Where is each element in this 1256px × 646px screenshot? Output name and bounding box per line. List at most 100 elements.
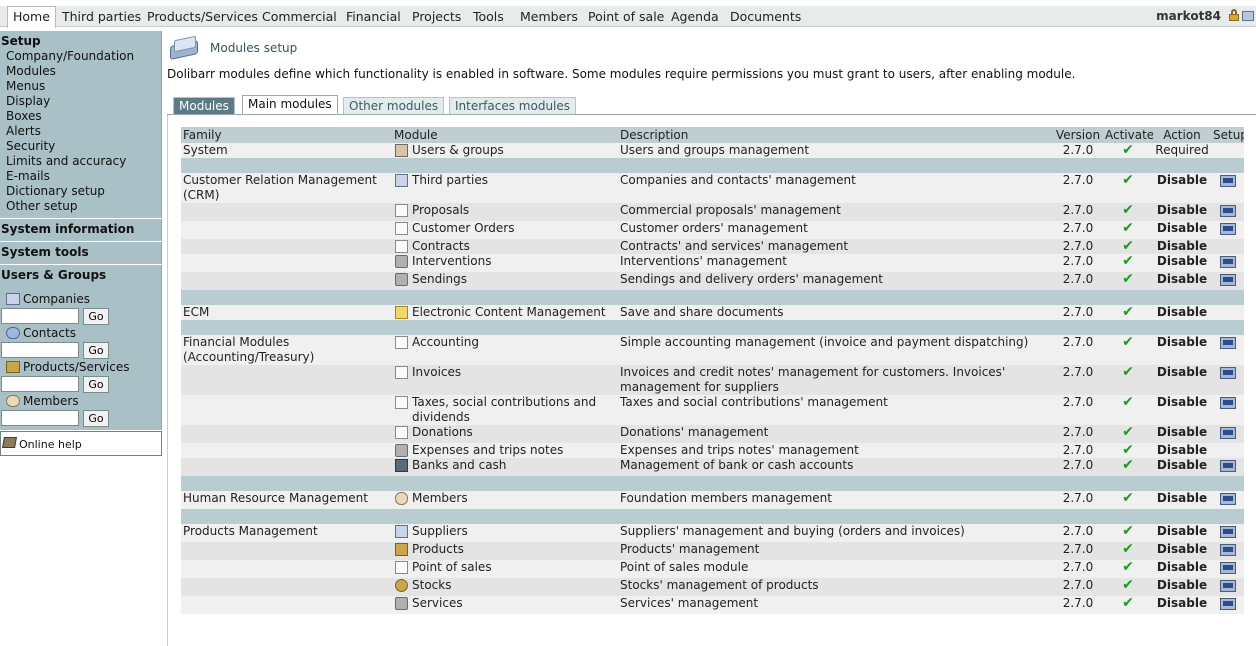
- print-icon[interactable]: [1242, 11, 1254, 21]
- topmenu-third-parties[interactable]: Third parties: [62, 8, 141, 27]
- disable-button[interactable]: Disable: [1153, 491, 1211, 509]
- setup-icon[interactable]: [1219, 598, 1236, 610]
- topmenu-point-of-sale[interactable]: Point of sale: [588, 8, 664, 27]
- family-cell: Customer Relation Management (CRM): [181, 173, 392, 203]
- module-cell: Customer Orders: [392, 221, 618, 239]
- menu-system-information[interactable]: System information: [0, 219, 162, 241]
- setup-icon[interactable]: [1219, 460, 1236, 472]
- tab-interfaces-modules[interactable]: Interfaces modules: [449, 97, 577, 114]
- module-entry: Customer Orders: [394, 221, 616, 236]
- module-row: Contracts Contracts' and services' manage…: [181, 239, 1244, 254]
- setup-menu-title[interactable]: Setup: [0, 34, 161, 49]
- disable-button[interactable]: Disable: [1153, 365, 1211, 395]
- setup-icon[interactable]: [1219, 367, 1236, 379]
- separator-cell: [181, 290, 1244, 305]
- search-companies-go-button[interactable]: Go: [83, 308, 109, 325]
- disable-button[interactable]: Disable: [1153, 524, 1211, 542]
- menu-item-limits-accuracy[interactable]: Limits and accuracy: [0, 154, 161, 169]
- disable-button[interactable]: Disable: [1153, 254, 1211, 272]
- setup-icon[interactable]: [1219, 427, 1236, 439]
- menu-item-modules[interactable]: Modules: [0, 64, 161, 79]
- search-products-go-button[interactable]: Go: [83, 376, 109, 393]
- search-companies-input[interactable]: [1, 308, 79, 324]
- disable-button[interactable]: Disable: [1153, 425, 1211, 443]
- disable-button[interactable]: Disable: [1153, 596, 1211, 614]
- disable-button[interactable]: Disable: [1153, 203, 1211, 221]
- disable-button[interactable]: Disable: [1153, 239, 1211, 254]
- topmenu-home[interactable]: Home: [7, 6, 56, 28]
- module-version: 2.7.0: [1053, 578, 1103, 596]
- setup-icon[interactable]: [1219, 544, 1236, 556]
- topmenu-commercial[interactable]: Commercial: [262, 8, 337, 27]
- search-members-input[interactable]: [1, 410, 79, 426]
- setup-icon[interactable]: [1219, 223, 1236, 235]
- family-cell: [181, 560, 392, 578]
- setup-icon[interactable]: [1219, 337, 1236, 349]
- disable-button[interactable]: Disable: [1153, 173, 1211, 203]
- activated-cell: ✔: [1103, 272, 1153, 290]
- topmenu-agenda[interactable]: Agenda: [671, 8, 719, 27]
- disable-button[interactable]: Disable: [1153, 221, 1211, 239]
- setup-icon[interactable]: [1219, 493, 1236, 505]
- tab-other-modules[interactable]: Other modules: [343, 97, 445, 114]
- tab-main-modules[interactable]: Main modules: [242, 95, 338, 115]
- disable-button[interactable]: Disable: [1153, 443, 1211, 458]
- activated-cell: ✔: [1103, 425, 1153, 443]
- setup-icon[interactable]: [1219, 562, 1236, 574]
- topmenu-members[interactable]: Members: [520, 8, 578, 27]
- topmenu-tools[interactable]: Tools: [473, 8, 504, 27]
- family-cell: [181, 395, 392, 425]
- setup-icon[interactable]: [1219, 205, 1236, 217]
- member-icon: [395, 492, 408, 505]
- module-version: 2.7.0: [1053, 173, 1103, 203]
- menu-item-security[interactable]: Security: [0, 139, 161, 154]
- menu-item-boxes[interactable]: Boxes: [0, 109, 161, 124]
- menu-item-alerts[interactable]: Alerts: [0, 124, 161, 139]
- setup-icon[interactable]: [1219, 175, 1236, 187]
- topmenu-projects[interactable]: Projects: [412, 8, 461, 27]
- activated-cell: ✔: [1103, 578, 1153, 596]
- menu-item-dictionary-setup[interactable]: Dictionary setup: [0, 184, 161, 199]
- topmenu-financial[interactable]: Financial: [346, 8, 401, 27]
- menu-item-emails[interactable]: E-mails: [0, 169, 161, 184]
- family-cell: [181, 272, 392, 290]
- family-cell: Products Management: [181, 524, 392, 542]
- menu-system-tools[interactable]: System tools: [0, 242, 162, 264]
- setup-icon[interactable]: [1219, 256, 1236, 268]
- search-contacts-label: Contacts: [23, 326, 76, 340]
- disable-button[interactable]: Disable: [1153, 335, 1211, 365]
- products-icon: [6, 361, 20, 373]
- activated-cell: ✔: [1103, 560, 1153, 578]
- module-description: Suppliers' management and buying (orders…: [618, 524, 1053, 542]
- online-help-link[interactable]: Online help: [19, 438, 82, 451]
- menu-users-groups[interactable]: Users & Groups: [0, 265, 162, 287]
- activated-cell: ✔: [1103, 542, 1153, 560]
- disable-button[interactable]: Disable: [1153, 458, 1211, 476]
- disable-button[interactable]: Disable: [1153, 395, 1211, 425]
- search-contacts-input[interactable]: [1, 342, 79, 358]
- module-version: 2.7.0: [1053, 542, 1103, 560]
- search-members-go-button[interactable]: Go: [83, 410, 109, 427]
- menu-item-company-foundation[interactable]: Company/Foundation: [0, 49, 161, 64]
- setup-icon[interactable]: [1219, 397, 1236, 409]
- third-parties-icon: [395, 525, 408, 538]
- quick-search-block: Companies Go Contacts Go Products/Servic…: [0, 287, 162, 430]
- topmenu-products-services[interactable]: Products/Services: [147, 8, 258, 27]
- setup-icon[interactable]: [1219, 274, 1236, 286]
- disable-button[interactable]: Disable: [1153, 578, 1211, 596]
- logged-user-name[interactable]: markot84: [1156, 9, 1221, 23]
- disable-button[interactable]: Disable: [1153, 542, 1211, 560]
- disable-button[interactable]: Disable: [1153, 560, 1211, 578]
- setup-icon[interactable]: [1219, 526, 1236, 538]
- menu-item-other-setup[interactable]: Other setup: [0, 199, 161, 214]
- search-products-input[interactable]: [1, 376, 79, 392]
- menu-item-menus[interactable]: Menus: [0, 79, 161, 94]
- menu-item-display[interactable]: Display: [0, 94, 161, 109]
- logout-lock-icon[interactable]: [1229, 9, 1239, 21]
- family-cell: [181, 542, 392, 560]
- disable-button[interactable]: Disable: [1153, 272, 1211, 290]
- topmenu-documents[interactable]: Documents: [730, 8, 801, 27]
- setup-icon[interactable]: [1219, 580, 1236, 592]
- search-contacts-go-button[interactable]: Go: [83, 342, 109, 359]
- disable-button[interactable]: Disable: [1153, 305, 1211, 320]
